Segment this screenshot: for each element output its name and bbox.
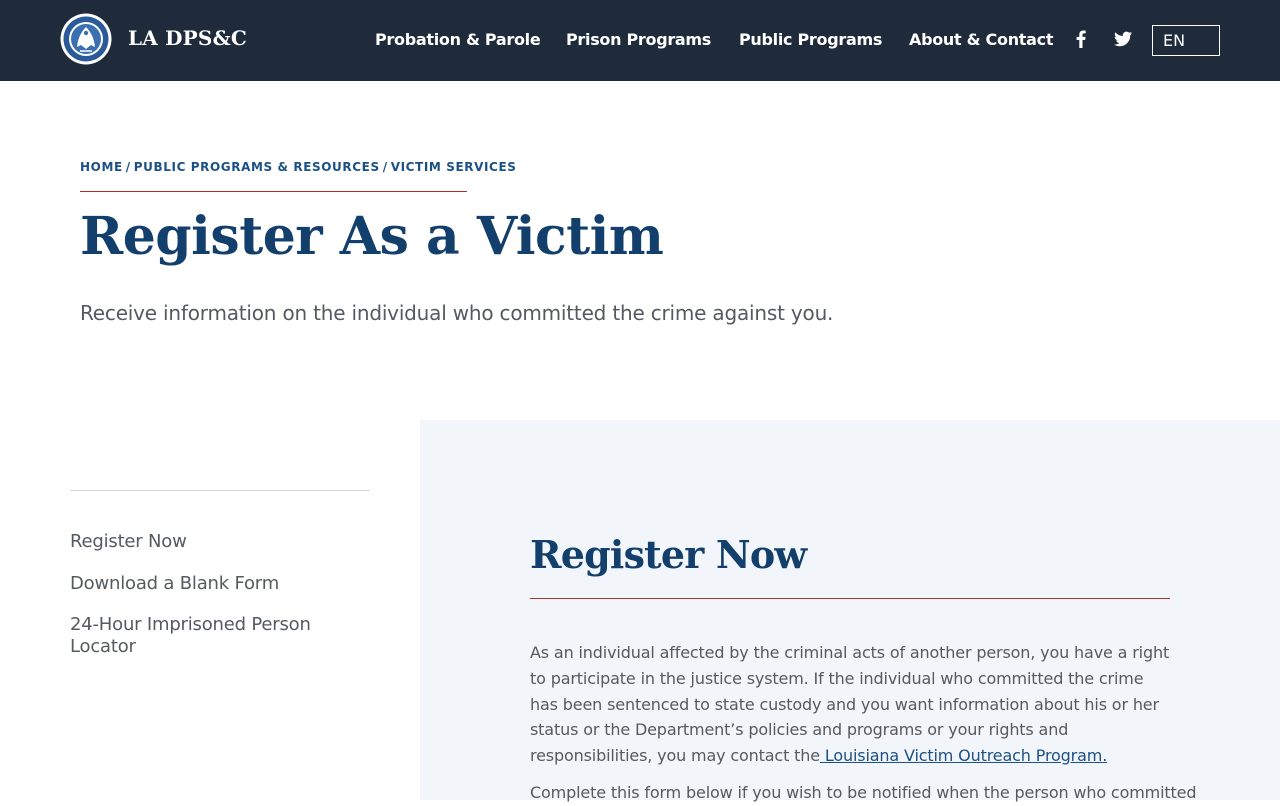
breadcrumb-divider — [80, 191, 467, 192]
site-brand[interactable]: LA DPS&C — [128, 26, 247, 50]
nav-prison-programs[interactable]: Prison Programs — [566, 30, 711, 49]
breadcrumb-public-programs[interactable]: PUBLIC PROGRAMS & RESOURCES — [134, 160, 380, 174]
sidebar-item-download-form[interactable]: Download a Blank Form — [70, 573, 360, 595]
nav-public-programs[interactable]: Public Programs — [739, 30, 882, 49]
sidebar-item-person-locator[interactable]: 24-Hour Imprisoned Person Locator — [70, 614, 360, 658]
form-intro-paragraph: Complete this form below if you wish to … — [530, 783, 1197, 802]
breadcrumb: HOME / PUBLIC PROGRAMS & RESOURCES / VICTIM … — [80, 160, 517, 174]
breadcrumb-separator: / — [382, 160, 388, 174]
state-seal-logo[interactable] — [60, 13, 112, 65]
sidebar-item-register-now[interactable]: Register Now — [70, 531, 360, 553]
sidebar-divider — [70, 490, 370, 491]
nav-about-contact[interactable]: About & Contact — [909, 30, 1053, 49]
section-title: Register Now — [530, 532, 807, 577]
page-subtitle: Receive information on the individual wh… — [80, 301, 834, 325]
breadcrumb-home[interactable]: HOME — [80, 160, 123, 174]
intro-paragraph: As an individual affected by the crimina… — [530, 640, 1170, 769]
facebook-icon[interactable] — [1069, 27, 1093, 51]
page-title: Register As a Victim — [80, 206, 664, 267]
victim-outreach-link[interactable]: Louisiana Victim Outreach Program. — [820, 746, 1107, 765]
breadcrumb-victim-services[interactable]: VICTIM SERVICES — [391, 160, 517, 174]
language-selector[interactable]: EN — [1152, 25, 1220, 56]
breadcrumb-separator: / — [125, 160, 131, 174]
nav-probation-parole[interactable]: Probation & Parole — [375, 30, 541, 49]
twitter-icon[interactable] — [1111, 27, 1135, 51]
site-header: LA DPS&C Probation & Parole Prison Progr… — [0, 0, 1280, 81]
section-divider — [530, 598, 1170, 599]
